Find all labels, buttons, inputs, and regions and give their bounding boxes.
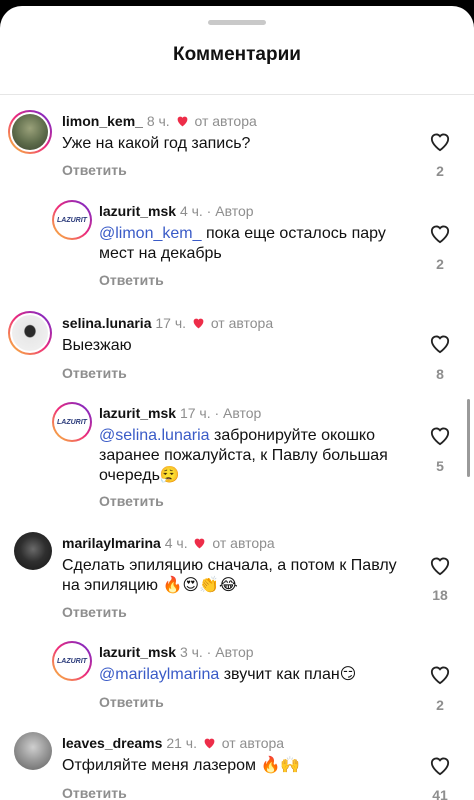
author-badge: Автор	[223, 405, 262, 421]
mention-link[interactable]: @limon_kem_	[99, 225, 202, 242]
author-badge: Автор	[215, 203, 254, 219]
brand-logo: LAZURIT	[57, 657, 87, 665]
avatar[interactable]: LAZURIT	[52, 200, 92, 240]
like-count: 8	[436, 366, 444, 382]
brand-logo: LAZURIT	[57, 216, 87, 224]
like-count: 5	[436, 458, 444, 474]
comment-text: Сделать эпиляцию сначала, а потом к Павл…	[62, 557, 397, 594]
like-count: 18	[432, 587, 448, 603]
author-liked-badge: от автора	[194, 113, 257, 129]
author-heart-icon	[192, 316, 205, 332]
mention-link[interactable]: @selina.lunaria	[99, 427, 210, 444]
reply-button[interactable]: Ответить	[99, 272, 164, 288]
timestamp: 17 ч.	[155, 315, 187, 331]
like-count: 2	[436, 163, 444, 179]
brand-logo: LAZURIT	[57, 418, 87, 426]
comment-meta: marilaylmarina 4 ч. от автора	[62, 535, 275, 552]
like-heart-icon[interactable]	[428, 334, 452, 359]
author-liked-badge: от автора	[221, 735, 285, 751]
header-divider	[0, 94, 474, 95]
timestamp: 4 ч.	[179, 203, 203, 219]
like-heart-icon[interactable]	[428, 132, 452, 157]
author-liked-badge: от автора	[212, 535, 275, 551]
comment-text: @marilaylmarina звучит как план😏	[99, 666, 357, 683]
reply-button[interactable]: Ответить	[99, 493, 164, 509]
like-count: 41	[432, 787, 448, 800]
avatar[interactable]	[14, 532, 52, 570]
author-liked-badge: от автора	[210, 315, 274, 331]
like-count: 2	[436, 697, 444, 713]
avatar[interactable]	[8, 110, 52, 154]
like-heart-icon[interactable]	[428, 556, 452, 581]
like-heart-icon[interactable]	[428, 224, 452, 249]
username[interactable]: marilaylmarina	[62, 535, 161, 551]
reply-button[interactable]: Ответить	[62, 162, 127, 178]
username[interactable]: selina.lunaria	[62, 315, 151, 331]
username[interactable]: lazurit_msk	[99, 203, 176, 219]
comment-meta: lazurit_msk 4 ч. · Автор	[99, 203, 254, 219]
page-title: Комментарии	[173, 44, 301, 65]
comment-text: @selina.lunaria забронируйте окошко зара…	[99, 427, 388, 484]
like-count: 2	[436, 256, 444, 272]
username[interactable]: lazurit_msk	[99, 405, 176, 421]
avatar[interactable]	[14, 732, 52, 770]
comment-text: Отфиляйте меня лазером 🔥🙌	[62, 757, 301, 774]
author-heart-icon	[176, 114, 189, 130]
mention-link[interactable]: @marilaylmarina	[99, 666, 219, 683]
like-heart-icon[interactable]	[428, 665, 452, 690]
reply-button[interactable]: Ответить	[99, 694, 164, 710]
author-badge: Автор	[215, 644, 254, 660]
timestamp: 3 ч.	[179, 644, 203, 660]
comment-meta: lazurit_msk 3 ч. · Автор	[99, 644, 254, 660]
author-heart-icon	[193, 536, 206, 552]
reply-button[interactable]: Ответить	[62, 365, 127, 381]
like-heart-icon[interactable]	[428, 426, 452, 451]
comment-meta: leaves_dreams 21 ч. от автора	[62, 735, 284, 752]
comment-text: @limon_kem_ пока еще осталось пару мест …	[99, 225, 386, 262]
username[interactable]: lazurit_msk	[99, 644, 176, 660]
username[interactable]: limon_kem_	[62, 113, 143, 129]
author-heart-icon	[203, 736, 216, 752]
avatar[interactable]: LAZURIT	[52, 402, 92, 442]
comment-meta: limon_kem_ 8 ч. от автора	[62, 113, 257, 130]
scrollbar[interactable]	[467, 399, 470, 477]
comment-text: Уже на какой год запись?	[62, 135, 251, 152]
timestamp: 21 ч.	[166, 735, 197, 751]
timestamp: 8 ч.	[146, 113, 170, 129]
comment-text: Выезжаю	[62, 337, 132, 354]
avatar[interactable]	[8, 311, 52, 355]
timestamp: 17 ч.	[179, 405, 211, 421]
username[interactable]: leaves_dreams	[62, 735, 162, 751]
drag-handle[interactable]	[208, 20, 266, 25]
reply-button[interactable]: Ответить	[62, 785, 127, 800]
avatar[interactable]: LAZURIT	[52, 641, 92, 681]
reply-button[interactable]: Ответить	[62, 604, 127, 620]
comments-sheet: Комментарии limon_kem_ 8 ч. от автора Уж…	[0, 6, 474, 800]
timestamp: 4 ч.	[164, 535, 188, 551]
comment-meta: lazurit_msk 17 ч. · Автор	[99, 405, 262, 421]
comment-meta: selina.lunaria 17 ч. от автора	[62, 315, 273, 332]
like-heart-icon[interactable]	[428, 756, 452, 781]
